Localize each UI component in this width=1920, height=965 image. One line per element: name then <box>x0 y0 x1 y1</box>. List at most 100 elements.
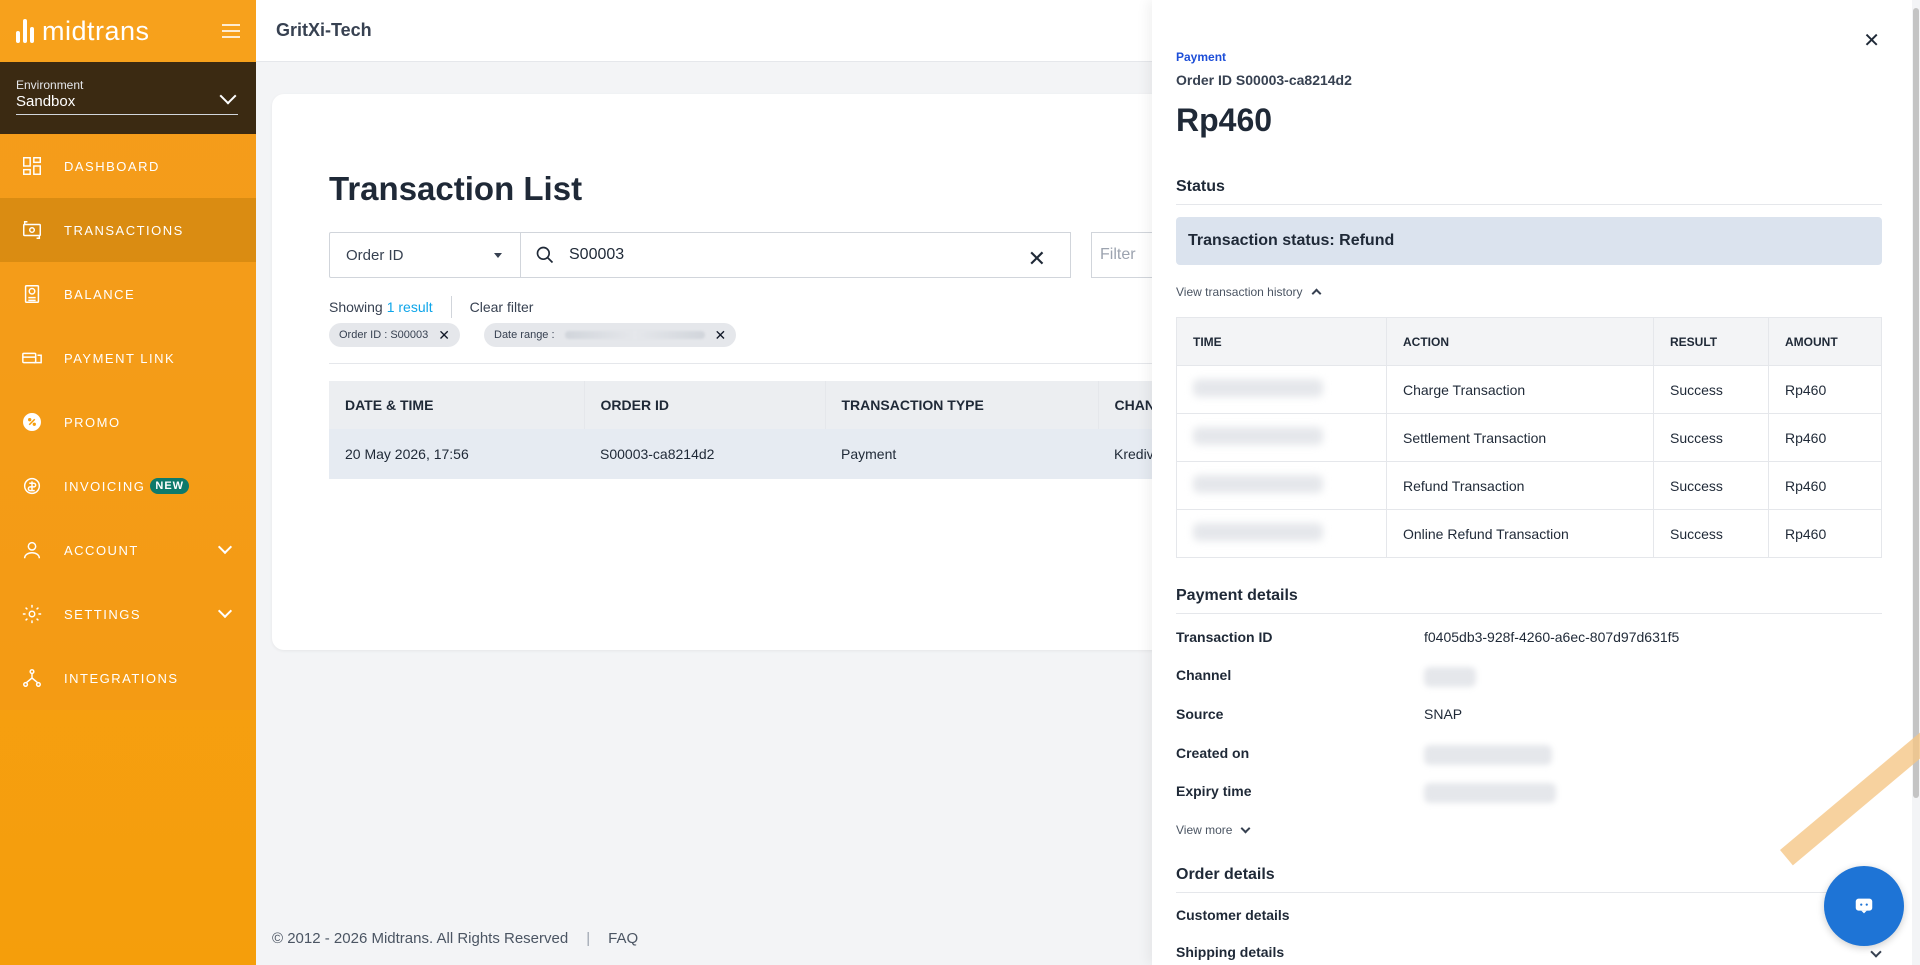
source-row: Source SNAP <box>1176 706 1462 722</box>
sidebar-item-label: PROMO <box>64 414 121 430</box>
table-row: Charge Transaction Success Rp460 <box>1176 365 1882 414</box>
brand-name: midtrans <box>42 15 150 46</box>
logo-row: midtrans <box>0 0 256 62</box>
result-summary: Showing 1 result Clear filter <box>329 296 533 318</box>
view-history-toggle[interactable]: View transaction history <box>1176 285 1321 299</box>
detail-order-id: Order ID S00003-ca8214d2 <box>1176 72 1352 88</box>
channel-label: Channel <box>1176 667 1232 683</box>
footer: © 2012 - 2026 Midtrans. All Rights Reser… <box>272 930 638 947</box>
filter-chip-order-id: Order ID : S00003 ✕ <box>329 323 461 347</box>
sidebar-item-promo[interactable]: PROMO <box>0 390 256 454</box>
remove-chip-icon[interactable]: ✕ <box>715 327 727 344</box>
environment-label: Environment <box>16 78 84 92</box>
cell-amount: Rp460 <box>1768 365 1882 414</box>
cell-action: Settlement Transaction <box>1386 413 1654 462</box>
search-field-select[interactable]: Order ID <box>329 232 521 278</box>
customer-details-row[interactable]: Customer details <box>1176 907 1424 923</box>
showing-label: Showing <box>329 299 383 315</box>
cell-time-redacted <box>1176 509 1387 558</box>
balance-icon <box>20 282 44 306</box>
sidebar-item-balance[interactable]: BALANCE <box>0 262 256 326</box>
cell-action: Charge Transaction <box>1386 365 1654 414</box>
environment-selector[interactable]: Environment Sandbox <box>0 62 256 134</box>
chip-label: Order ID : S00003 <box>339 329 429 341</box>
expiry-label: Expiry time <box>1176 783 1252 799</box>
created-row: Created on <box>1176 745 1552 765</box>
column-header: AMOUNT <box>1768 317 1882 366</box>
cell-time-redacted <box>1176 461 1387 510</box>
divider <box>450 296 452 318</box>
source-label: Source <box>1176 706 1224 722</box>
status-box: Transaction status: Refund <box>1176 217 1882 265</box>
cell-action: Refund Transaction <box>1386 461 1654 510</box>
cell-type: Payment <box>825 429 1098 479</box>
sidebar-item-invoicing[interactable]: INVOICING NEW <box>0 454 256 518</box>
cell-time-redacted <box>1176 413 1387 462</box>
page-title: Transaction List <box>329 170 583 207</box>
scrollbar[interactable] <box>1912 0 1920 965</box>
shipping-details-row[interactable]: Shipping details <box>1176 944 1424 960</box>
created-label: Created on <box>1176 745 1250 761</box>
column-header: TIME <box>1176 317 1387 366</box>
menu-toggle-icon[interactable] <box>222 24 240 38</box>
filter-placeholder: Filter <box>1100 246 1136 263</box>
cell-amount: Rp460 <box>1768 461 1882 510</box>
sidebar-item-label: ACCOUNT <box>64 542 139 558</box>
search-input[interactable]: S00003 ✕ <box>521 232 1071 278</box>
cell-amount: Rp460 <box>1768 509 1882 558</box>
clear-search-icon[interactable]: ✕ <box>1028 246 1046 272</box>
column-header[interactable]: DATE & TIME <box>329 381 585 429</box>
environment-value: Sandbox <box>16 93 238 115</box>
shipping-details-label: Shipping details <box>1176 944 1285 960</box>
source-value: SNAP <box>1424 706 1463 722</box>
chat-icon <box>1855 898 1873 914</box>
sidebar-item-label: INTEGRATIONS <box>64 670 179 686</box>
sidebar-item-settings[interactable]: SETTINGS <box>0 582 256 646</box>
gear-icon <box>20 602 44 626</box>
cell-amount: Rp460 <box>1768 413 1882 462</box>
table-row: Online Refund Transaction Success Rp460 <box>1176 509 1882 558</box>
sidebar-item-integrations[interactable]: INTEGRATIONS <box>0 646 256 710</box>
sidebar-item-account[interactable]: ACCOUNT <box>0 518 256 582</box>
view-history-label: View transaction history <box>1176 285 1303 299</box>
table-row: Settlement Transaction Success Rp460 <box>1176 413 1882 462</box>
close-icon[interactable]: ✕ <box>1863 28 1880 53</box>
clear-filter-button[interactable]: Clear filter <box>470 299 534 315</box>
column-header[interactable]: TRANSACTION TYPE <box>825 381 1099 429</box>
midtrans-logo[interactable]: midtrans <box>16 16 150 47</box>
footer-separator: | <box>586 930 591 947</box>
cell-result: Success <box>1653 413 1769 462</box>
transactions-icon <box>20 218 44 242</box>
sidebar-item-label: SETTINGS <box>64 606 142 622</box>
cell-result: Success <box>1653 461 1769 510</box>
copyright: © 2012 - 2026 Midtrans. All Rights Reser… <box>272 930 569 947</box>
scrollbar-thumb[interactable] <box>1913 8 1919 798</box>
filter-chip-date-range: Date range : ✕ <box>484 323 737 347</box>
expiry-value-redacted <box>1424 783 1556 803</box>
chat-support-button[interactable] <box>1824 866 1904 946</box>
chevron-down-icon <box>217 603 233 619</box>
expiry-row: Expiry time <box>1176 783 1556 803</box>
merchant-name: GritXi-Tech <box>276 20 372 40</box>
invoicing-icon <box>20 474 44 498</box>
payment-link-icon <box>20 346 44 370</box>
search-icon <box>536 246 554 264</box>
chevron-down-icon[interactable] <box>1870 946 1882 958</box>
remove-chip-icon[interactable]: ✕ <box>438 327 450 344</box>
sidebar-item-payment-link[interactable]: PAYMENT LINK <box>0 326 256 390</box>
payment-details-heading: Payment details <box>1176 587 1882 614</box>
transaction-id-value: f0405db3-928f-4260-a6ec-807d97d631f5 <box>1424 629 1680 645</box>
transaction-detail-panel: ✕ Payment Order ID S00003-ca8214d2 Rp460… <box>1152 0 1920 965</box>
faq-link[interactable]: FAQ <box>608 930 638 947</box>
sidebar-item-transactions[interactable]: TRANSACTIONS <box>0 198 256 262</box>
sidebar-item-label: BALANCE <box>64 286 136 302</box>
order-details-heading: Order details <box>1176 866 1882 893</box>
column-header: RESULT <box>1653 317 1769 366</box>
view-more-toggle[interactable]: View more <box>1176 823 1251 837</box>
cell-time-redacted <box>1176 365 1387 414</box>
sidebar-item-dashboard[interactable]: DASHBOARD <box>0 134 256 198</box>
column-header[interactable]: ORDER ID <box>584 381 826 429</box>
cell-order-id: S00003-ca8214d2 <box>584 429 825 479</box>
sidebar-item-label: DASHBOARD <box>64 158 160 174</box>
sidebar-item-label: PAYMENT LINK <box>64 350 176 366</box>
